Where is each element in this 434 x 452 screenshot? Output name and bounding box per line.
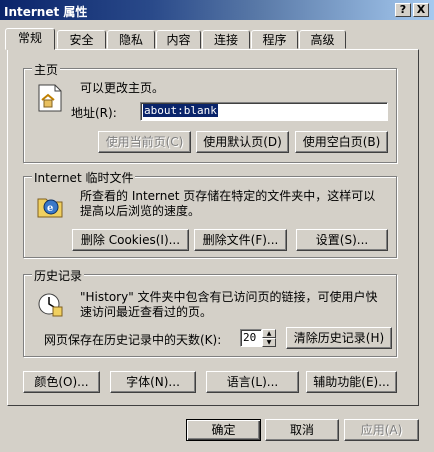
spin-up-icon[interactable]: ▲ <box>262 329 276 338</box>
tab-general[interactable]: 常规 <box>5 28 55 50</box>
cancel-button[interactable]: 取消 <box>265 419 339 441</box>
history-days-spinner[interactable]: ▲ ▼ <box>262 329 276 347</box>
home-group-title: 主页 <box>32 61 61 78</box>
ie-folder-icon: e <box>37 198 63 218</box>
temp-group-title: Internet 临时文件 <box>32 169 136 186</box>
history-clock-icon <box>38 293 63 317</box>
history-days-label: 网页保存在历史记录中的天数(K): <box>44 333 222 347</box>
use-blank-button[interactable]: 使用空白页(B) <box>295 131 388 153</box>
ok-button[interactable]: 确定 <box>186 419 261 441</box>
apply-button[interactable]: 应用(A) <box>344 419 419 441</box>
temp-files-group: Internet 临时文件 e 所查看的 Internet 页存储在特定的文件夹… <box>23 169 397 258</box>
temp-description-line2: 提高以后浏览的速度。 <box>80 204 201 218</box>
tab-connections[interactable]: 连接 <box>202 30 250 49</box>
address-input[interactable]: about:blank <box>140 102 388 121</box>
delete-cookies-button[interactable]: 删除 Cookies(I)... <box>72 229 189 251</box>
window-title: Internet 属性 <box>4 5 88 19</box>
help-button[interactable]: ? <box>395 3 411 17</box>
spin-down-icon[interactable]: ▼ <box>262 338 276 347</box>
tab-panel: 主页 可以更改主页。 地址(R): about:blank 使用当前页(C) 使… <box>7 49 419 406</box>
languages-button[interactable]: 语言(L)... <box>206 371 299 393</box>
tab-privacy[interactable]: 隐私 <box>107 30 155 49</box>
home-page-icon <box>38 84 62 112</box>
tab-content[interactable]: 内容 <box>156 30 201 49</box>
home-description: 可以更改主页。 <box>80 81 165 95</box>
use-default-button[interactable]: 使用默认页(D) <box>196 131 289 153</box>
tab-security[interactable]: 安全 <box>57 30 106 49</box>
temp-settings-button[interactable]: 设置(S)... <box>296 229 388 251</box>
svg-text:e: e <box>47 203 53 214</box>
delete-files-button[interactable]: 删除文件(F)... <box>194 229 287 251</box>
tab-programs[interactable]: 程序 <box>251 30 298 49</box>
history-group-title: 历史记录 <box>32 267 85 284</box>
history-days-input[interactable]: 20 <box>240 329 262 347</box>
address-label: 地址(R): <box>71 106 117 120</box>
fonts-button[interactable]: 字体(N)... <box>110 371 196 393</box>
title-bar[interactable]: Internet 属性 ? X <box>0 0 434 20</box>
colors-button[interactable]: 颜色(O)... <box>23 371 100 393</box>
address-value: about:blank <box>143 104 218 117</box>
use-current-button[interactable]: 使用当前页(C) <box>98 131 191 153</box>
tab-advanced[interactable]: 高级 <box>299 30 346 49</box>
history-group: 历史记录 "History" 文件夹中包含有已访问页的链接，可使用户快 速访问最… <box>23 267 397 357</box>
close-button[interactable]: X <box>413 3 429 17</box>
home-page-group: 主页 可以更改主页。 地址(R): about:blank 使用当前页(C) 使… <box>23 61 397 163</box>
history-description-line2: 速访问最近查看过的页。 <box>80 305 213 319</box>
accessibility-button[interactable]: 辅助功能(E)... <box>306 371 397 393</box>
clear-history-button[interactable]: 清除历史记录(H) <box>286 327 392 349</box>
history-days-value: 20 <box>243 331 257 344</box>
